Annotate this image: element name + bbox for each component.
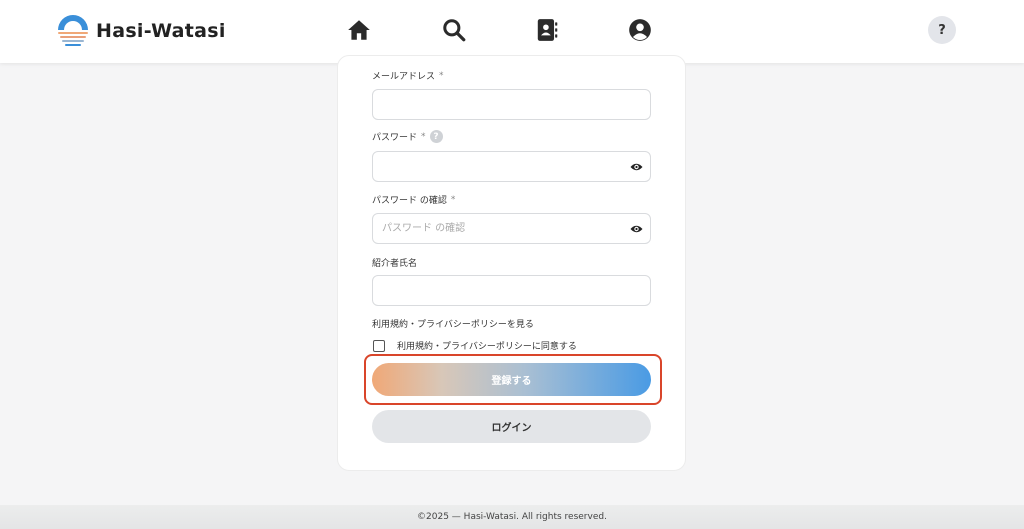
footer: ©2025 — Hasi-Watasi. All rights reserved… xyxy=(0,505,1024,529)
required-mark: * xyxy=(421,131,426,142)
logo-icon xyxy=(58,15,88,46)
app-header: Hasi-Watasi ? xyxy=(0,0,1024,63)
home-icon xyxy=(348,20,370,40)
user-circle-icon xyxy=(629,19,651,41)
nav-profile-button[interactable] xyxy=(626,16,654,44)
referrer-label: 紹介者氏名 xyxy=(372,256,417,269)
agree-terms-checkbox[interactable] xyxy=(373,339,385,352)
referrer-label-text: 紹介者氏名 xyxy=(372,259,418,269)
email-label: メールアドレス * xyxy=(372,69,444,83)
nav-home-button[interactable] xyxy=(345,16,373,44)
password-input[interactable] xyxy=(372,151,651,182)
register-button[interactable]: 登録する xyxy=(372,363,651,396)
email-label-text: メールアドレス xyxy=(372,72,436,82)
password-label: パスワード * ? xyxy=(372,130,443,143)
terms-link[interactable]: 利用規約・プライバシーポリシーを見る xyxy=(372,317,534,330)
email-input[interactable] xyxy=(372,89,651,120)
logo[interactable]: Hasi-Watasi xyxy=(56,15,226,47)
eye-icon xyxy=(630,225,643,233)
eye-icon xyxy=(630,163,643,171)
logo-text: Hasi-Watasi xyxy=(96,20,226,42)
nav-search-button[interactable] xyxy=(440,16,468,44)
search-icon xyxy=(443,19,466,42)
password-help-icon[interactable]: ? xyxy=(429,130,443,143)
password-confirm-label-text: パスワード の確認 xyxy=(372,196,447,206)
referrer-input[interactable] xyxy=(372,275,651,306)
password-confirm-input[interactable] xyxy=(372,213,651,244)
password-visibility-toggle[interactable] xyxy=(630,162,643,172)
copyright-text: ©2025 — Hasi-Watasi. All rights reserved… xyxy=(417,512,607,522)
agree-terms-label[interactable]: 利用規約・プライバシーポリシーに同意する xyxy=(397,339,577,352)
login-button[interactable]: ログイン xyxy=(372,410,651,443)
nav-contacts-button[interactable] xyxy=(533,16,561,44)
help-button[interactable]: ? xyxy=(928,16,956,44)
agree-terms-row[interactable]: 利用規約・プライバシーポリシーに同意する xyxy=(373,339,577,352)
required-mark: * xyxy=(439,70,444,81)
password-label-text: パスワード xyxy=(372,133,418,143)
required-mark: * xyxy=(450,194,456,205)
password-confirm-visibility-toggle[interactable] xyxy=(630,224,643,234)
contact-book-icon xyxy=(537,19,558,41)
password-confirm-label: パスワード の確認 * xyxy=(372,193,456,207)
